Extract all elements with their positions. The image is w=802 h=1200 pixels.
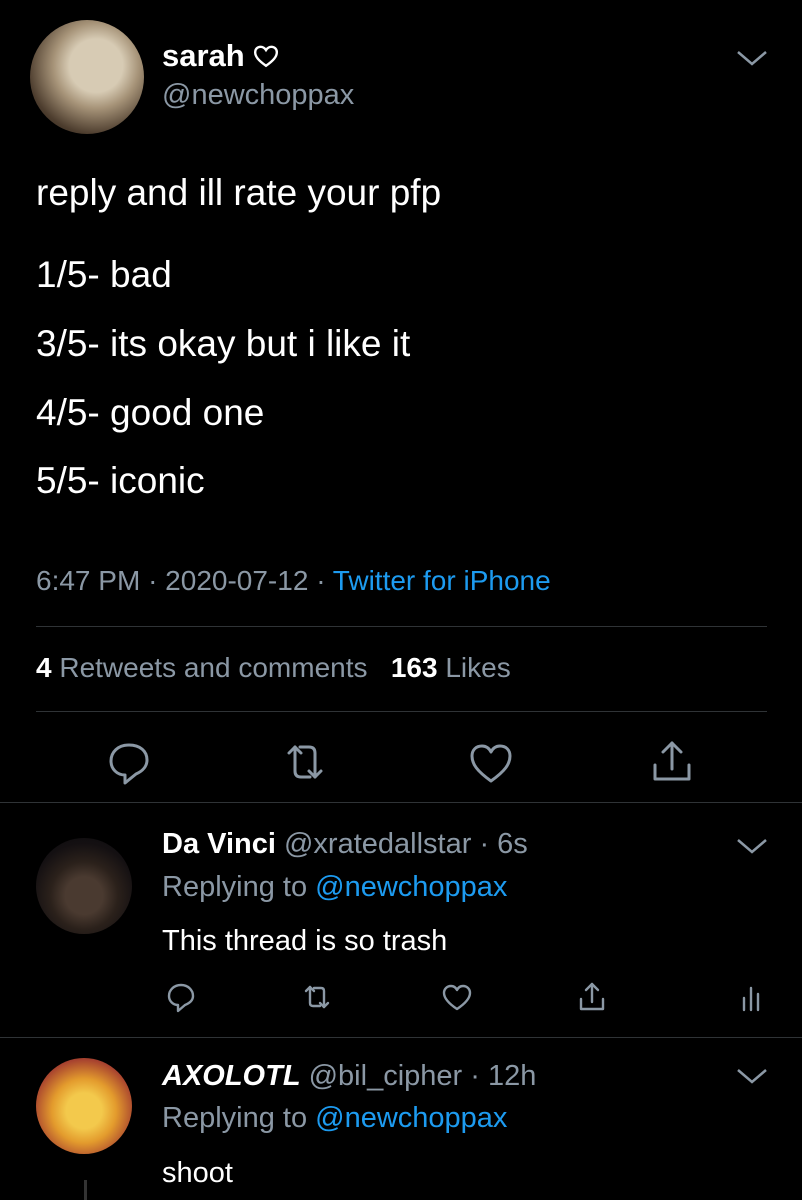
chevron-down-icon[interactable] <box>730 44 774 74</box>
share-icon[interactable] <box>573 978 611 1016</box>
divider <box>36 711 767 712</box>
like-icon[interactable] <box>462 733 520 791</box>
reply-avatar[interactable] <box>36 1058 132 1154</box>
rating-line: 5/5- iconic <box>36 460 205 501</box>
reply-avatar[interactable] <box>36 838 132 934</box>
tweet-meta: 6:47 PM · 2020-07-12 · Twitter for iPhon… <box>36 565 551 597</box>
reply-icon[interactable] <box>162 978 200 1016</box>
replying-label: Replying to <box>162 871 308 903</box>
heart-outline-icon <box>253 44 279 68</box>
retweets-stat[interactable]: 4 Retweets and comments <box>36 652 368 683</box>
reply-time: · 6s <box>479 828 528 860</box>
reply-time: · 12h <box>470 1060 537 1092</box>
author-avatar[interactable] <box>30 20 144 134</box>
chevron-down-icon[interactable] <box>730 832 774 862</box>
tweet-time: 6:47 PM <box>36 565 141 596</box>
analytics-icon[interactable] <box>734 978 772 1016</box>
rating-line: 4/5- good one <box>36 392 265 433</box>
rating-line: 3/5- its okay but i like it <box>36 323 411 364</box>
likes-label: Likes <box>445 652 511 683</box>
replying-label: Replying to <box>162 1102 308 1134</box>
replying-to-link[interactable]: @newchoppax <box>315 871 507 903</box>
rating-line: 1/5- bad <box>36 254 172 295</box>
reply-author-handle[interactable]: @bil_cipher <box>309 1060 463 1092</box>
divider <box>36 626 767 627</box>
reply-author-name[interactable]: Da Vinci <box>162 828 276 860</box>
thread-line <box>84 1180 87 1200</box>
tweet-text: reply and ill rate your pfp <box>36 172 442 213</box>
replying-to: Replying to @newchoppax <box>162 871 507 904</box>
reply-header: Da Vinci @xratedallstar · 6s <box>162 828 528 861</box>
meta-separator: · <box>148 565 158 596</box>
reply-text: shoot <box>162 1157 233 1189</box>
tweet-stats: 4 Retweets and comments 163 Likes <box>36 652 511 684</box>
chevron-down-icon[interactable] <box>730 1062 774 1092</box>
reply-header: AXOLOTL @bil_cipher · 12h <box>162 1060 536 1093</box>
divider <box>0 802 802 803</box>
author-name-row: sarah <box>162 38 279 74</box>
retweet-icon[interactable] <box>276 733 334 791</box>
reply-author-name[interactable]: AXOLOTL <box>162 1060 301 1092</box>
tweet-date: 2020-07-12 <box>165 565 309 596</box>
divider <box>0 1037 802 1038</box>
replying-to: Replying to @newchoppax <box>162 1102 507 1135</box>
likes-count: 163 <box>390 652 438 683</box>
replying-to-link[interactable]: @newchoppax <box>315 1102 507 1134</box>
tweet-source-link[interactable]: Twitter for iPhone <box>333 565 551 596</box>
reply-text: This thread is so trash <box>162 925 448 957</box>
meta-separator: · <box>316 565 326 596</box>
retweets-label: Retweets and comments <box>59 652 368 683</box>
author-handle[interactable]: @newchoppax <box>162 79 354 112</box>
reply-author-handle[interactable]: @xratedallstar <box>284 828 471 860</box>
share-icon[interactable] <box>643 733 701 791</box>
likes-stat[interactable]: 163 Likes <box>391 652 511 683</box>
reply-icon[interactable] <box>100 733 158 791</box>
like-icon[interactable] <box>438 978 476 1016</box>
author-name[interactable]: sarah <box>162 38 245 74</box>
retweet-icon[interactable] <box>298 978 336 1016</box>
retweets-count: 4 <box>36 652 52 683</box>
